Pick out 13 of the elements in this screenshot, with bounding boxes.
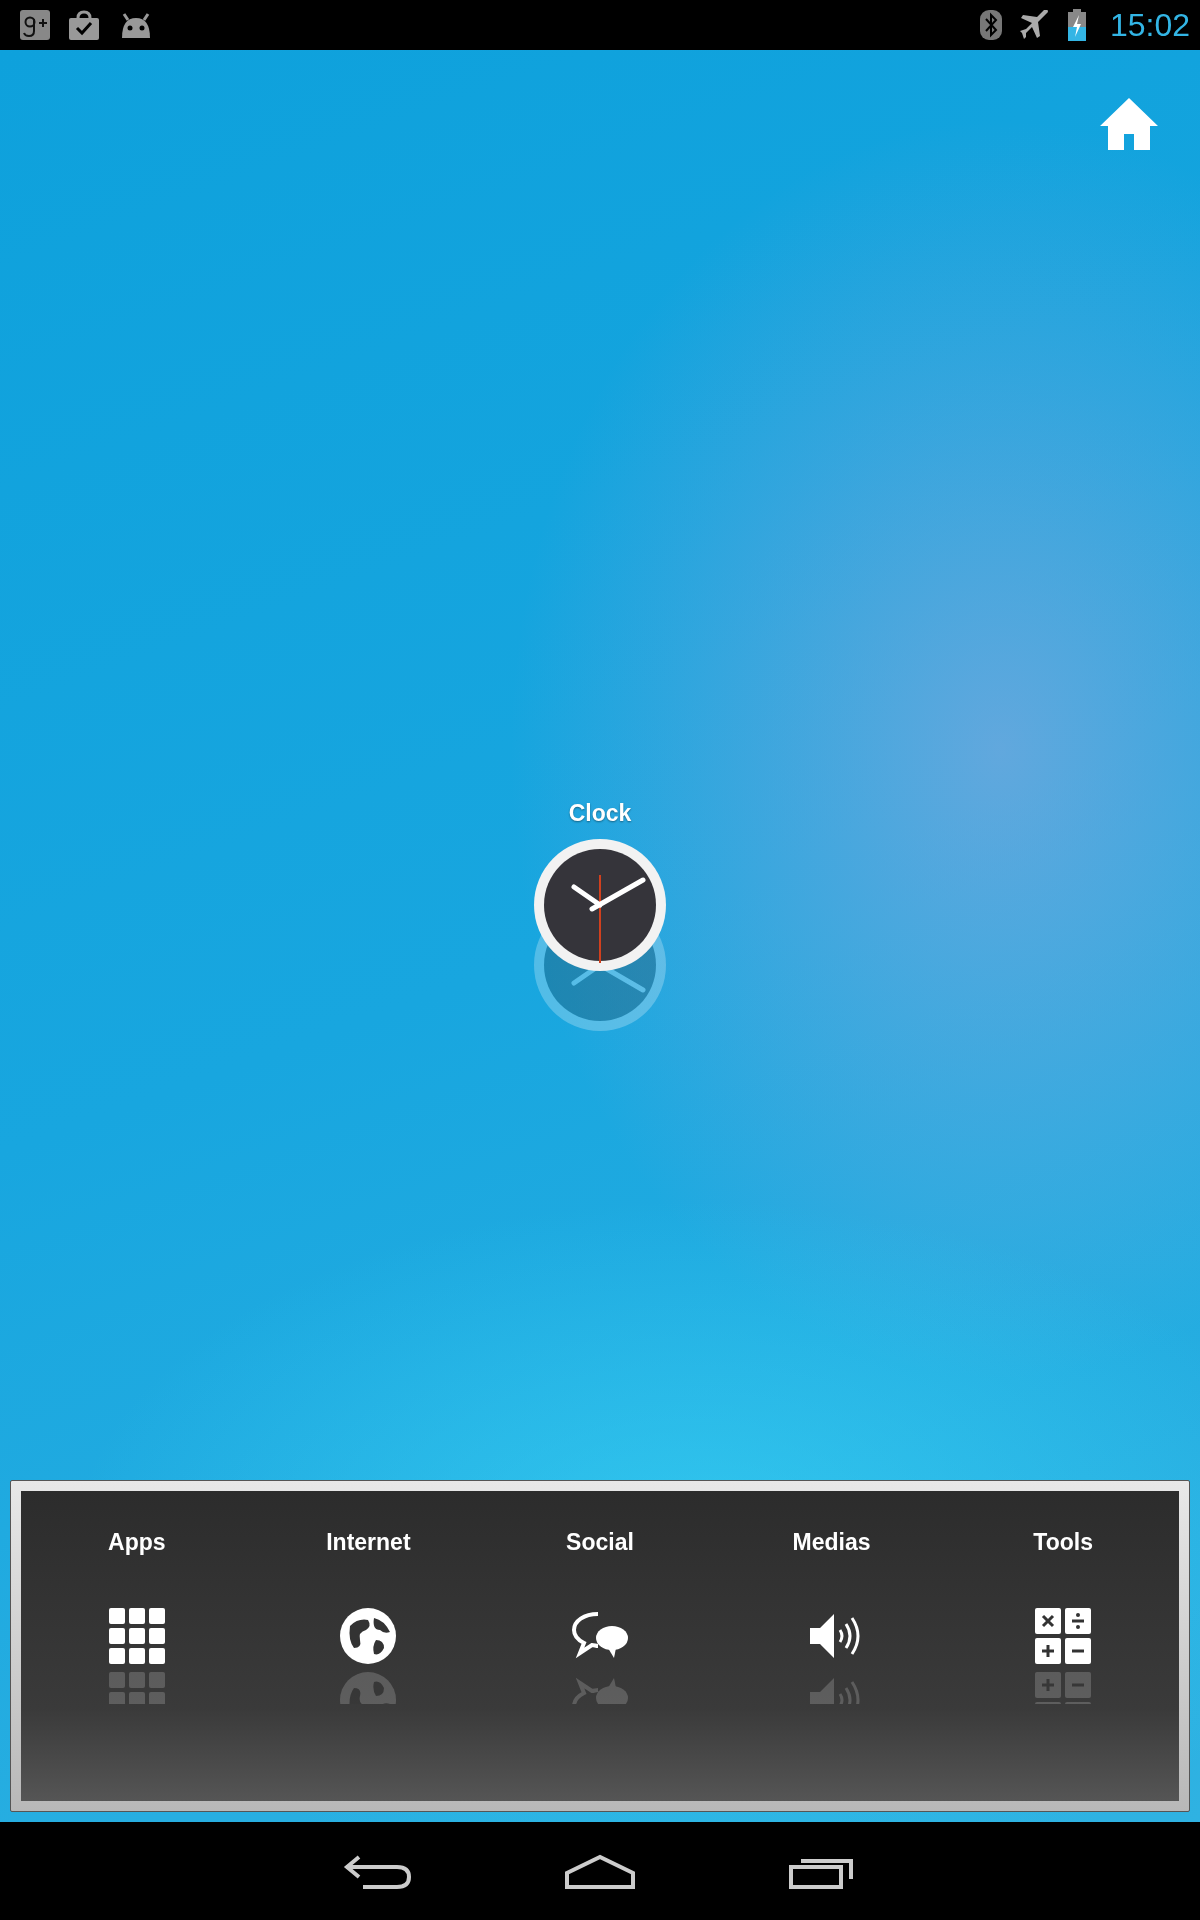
category-label[interactable]: Internet xyxy=(326,1529,411,1556)
airplane-icon xyxy=(1019,10,1050,40)
battery-charging-icon xyxy=(1067,9,1086,41)
category-label[interactable]: Apps xyxy=(108,1529,166,1556)
home-icon[interactable] xyxy=(1098,96,1160,152)
bluetooth-icon xyxy=(979,10,1002,40)
status-time: 15:02 xyxy=(1109,6,1190,44)
google-plus-icon xyxy=(20,10,50,40)
category-label[interactable]: Medias xyxy=(792,1529,871,1556)
category-label[interactable]: Social xyxy=(566,1529,634,1556)
category-label[interactable]: Tools xyxy=(1033,1529,1093,1556)
home-button-icon[interactable] xyxy=(563,1853,637,1889)
shopping-bag-check-icon xyxy=(68,10,100,40)
